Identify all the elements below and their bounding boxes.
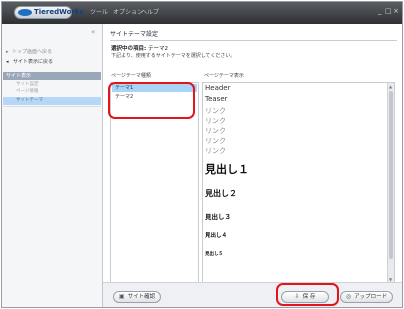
- save-button[interactable]: ⇩ 保 存: [281, 291, 329, 303]
- preview-header: Header: [205, 84, 231, 92]
- minimize-icon[interactable]: _: [378, 7, 382, 15]
- scroll-up-icon[interactable]: ▲: [389, 84, 392, 89]
- theme-list: テーマ1 テーマ2: [110, 82, 199, 284]
- current-selection: 選択中の項目: テーマ2: [111, 46, 168, 53]
- back-icon: ◂: [6, 59, 9, 65]
- arrow-icon: ▸: [6, 49, 9, 55]
- logo-text: TieredWorks: [34, 8, 84, 16]
- app-logo: TieredWorks: [14, 6, 84, 19]
- current-label: 選択中の項目:: [111, 46, 147, 52]
- title-divider: [110, 40, 397, 41]
- upload-button[interactable]: ◎ アップロード: [340, 291, 393, 303]
- maximize-icon[interactable]: □: [385, 7, 392, 15]
- sidebar-item-site-settings[interactable]: サイト設定: [16, 82, 39, 88]
- site-check-button[interactable]: ▣ サイト確認: [113, 291, 161, 303]
- sidebar-item-site-theme[interactable]: サイトテーマ: [3, 97, 101, 105]
- monitor-icon: ▣: [118, 293, 125, 300]
- sidebar: « ▸ トップ画面へ戻る ◂ サイト表示に戻る サイト表示 サイト設定 ページ情…: [2, 24, 103, 307]
- preview-link: リンク: [205, 127, 226, 135]
- preview-link: リンク: [205, 137, 226, 145]
- sidebar-item-label: サイトテーマ: [16, 98, 43, 103]
- sidebar-divider: [3, 106, 101, 107]
- theme-item-2[interactable]: テーマ2: [112, 93, 197, 101]
- preview-heading-5: 見出し５: [205, 252, 223, 257]
- preview-link: リンク: [205, 147, 226, 155]
- preview-heading-1: 見出し１: [205, 163, 249, 176]
- sidebar-link-top[interactable]: トップ画面へ戻る: [12, 49, 52, 56]
- site-check-label: サイト確認: [127, 294, 156, 300]
- preview-link: リンク: [205, 107, 226, 115]
- page-title: サイトテーマ設定: [110, 31, 159, 38]
- menu-options[interactable]: オプション: [113, 9, 143, 17]
- sidebar-section-label: サイト表示: [6, 73, 32, 79]
- collapse-icon[interactable]: «: [91, 28, 95, 36]
- logo-icon: [18, 9, 32, 16]
- preview-link: リンク: [205, 117, 226, 125]
- sidebar-link-site-view[interactable]: サイト表示に戻る: [13, 59, 53, 66]
- bottom-toolbar: ▣ サイト確認 ⇩ 保 存 ◎ アップロード: [103, 282, 402, 307]
- instruction-text: 下記より、使用するサイトテーマを選択してください。: [111, 53, 236, 59]
- preview-heading-2: 見出し２: [205, 189, 237, 198]
- preview-heading-4: 見出し４: [205, 233, 228, 239]
- title-bar: TieredWorks ツール オプション ヘルプ _ □ ×: [2, 2, 402, 24]
- current-value: テーマ2: [147, 46, 168, 52]
- preview-label: ページテーマ表示: [204, 73, 244, 79]
- preview-scrollbar[interactable]: ▲ ▼: [387, 83, 394, 283]
- main-panel: サイトテーマ設定 選択中の項目: テーマ2 下記より、使用するサイトテーマを選択…: [103, 24, 402, 307]
- sidebar-item-page-info[interactable]: ページ情報: [16, 89, 38, 95]
- save-label: 保 存: [302, 294, 316, 300]
- theme-list-label: ページテーマ種類: [111, 73, 151, 79]
- theme-preview: Header Teaser リンク リンク リンク リンク リンク 見出し１ 見…: [202, 82, 395, 284]
- globe-icon: ◎: [345, 293, 352, 300]
- sidebar-section-header: サイト表示: [3, 72, 101, 80]
- upload-label: アップロード: [354, 294, 388, 300]
- scroll-thumb[interactable]: [389, 91, 393, 259]
- menu-tools[interactable]: ツール: [90, 9, 108, 17]
- app-window: TieredWorks ツール オプション ヘルプ _ □ × « ▸ トップ画…: [1, 1, 403, 308]
- preview-heading-3: 見出し３: [205, 213, 231, 221]
- theme-item-1[interactable]: テーマ1: [112, 84, 197, 92]
- menu-help[interactable]: ヘルプ: [141, 9, 159, 17]
- download-icon: ⇩: [294, 293, 300, 300]
- close-icon[interactable]: ×: [393, 7, 399, 15]
- preview-teaser: Teaser: [205, 95, 228, 103]
